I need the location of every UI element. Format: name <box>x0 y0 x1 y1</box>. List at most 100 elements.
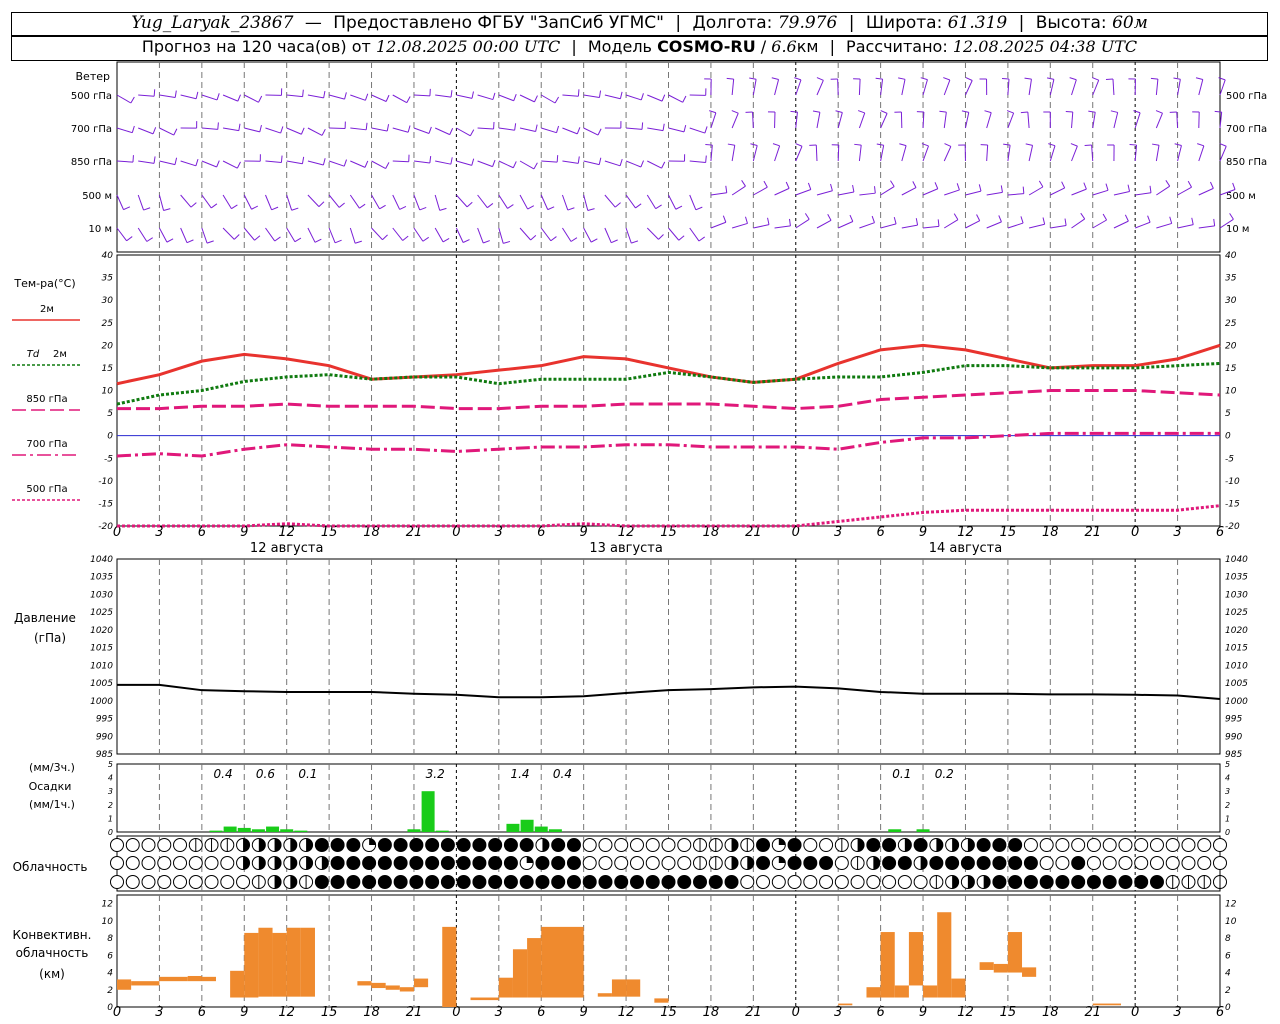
pressure-ytick-left: 1015 <box>90 644 113 654</box>
wind-barb <box>939 110 947 129</box>
wind-barb-flag <box>1024 77 1032 80</box>
cloud-circle <box>1165 856 1180 870</box>
temp-ytick-left: -5 <box>104 454 113 464</box>
cloud-circle <box>945 856 960 870</box>
wind-barb-shaft <box>816 112 821 129</box>
wind-barb-shaft <box>647 94 663 102</box>
cloud-circle <box>882 838 897 852</box>
temp-ytick-left: 0 <box>107 432 113 442</box>
wind-barb <box>709 110 717 129</box>
cloud-circle <box>677 875 692 889</box>
wind-barb-flag <box>123 206 131 211</box>
cloud-circle <box>503 856 518 870</box>
cloud-circle <box>472 875 487 889</box>
wind-barb-shaft <box>540 227 552 242</box>
cloud-symbol <box>882 856 897 870</box>
wind-barb-flag <box>173 128 178 136</box>
cloud-symbol <box>188 856 203 870</box>
cloud-symbol <box>582 838 597 852</box>
cloud-symbol <box>598 838 613 852</box>
wind-level-label-left: 500 м <box>82 191 112 202</box>
cloud-symbol <box>756 856 771 870</box>
cloud-symbol <box>472 838 487 852</box>
wind-barb <box>689 88 707 96</box>
cloud-symbol <box>157 838 172 852</box>
temp-ytick-right: -15 <box>1225 499 1240 509</box>
wind-barb-shaft <box>371 94 387 102</box>
cloud-symbol <box>125 838 140 852</box>
wind-barb <box>745 111 754 129</box>
wind-barb <box>434 127 454 136</box>
wind-barb-shaft <box>986 191 1003 196</box>
wind-barb <box>265 227 281 242</box>
cloud-circle <box>110 875 124 889</box>
wind-barb <box>519 94 538 103</box>
wind-barb-shaft <box>159 160 176 166</box>
cloud-symbol <box>1197 856 1212 870</box>
wind-barb-shaft <box>1071 145 1078 162</box>
wind-barb-shaft <box>350 94 366 101</box>
precip-unit-3h: (мм/3ч.) <box>29 761 75 774</box>
cloud-symbol <box>771 838 786 852</box>
wind-barb-shaft <box>1177 186 1192 196</box>
cloud-symbol <box>283 875 298 889</box>
pressure-axis-label: Давление <box>14 611 76 625</box>
wind-barb <box>901 181 917 196</box>
wind-barb-shaft <box>392 160 409 163</box>
wind-barb-shaft <box>647 127 664 132</box>
wind-barb-shaft <box>646 227 659 240</box>
precip-total-label: 0.1 <box>298 767 317 781</box>
temp-ytick-right: 25 <box>1225 319 1237 329</box>
wind-barb-flag <box>597 128 602 136</box>
cloud-symbol <box>582 875 597 889</box>
cloud-half <box>983 875 991 889</box>
wind-barb <box>307 194 325 207</box>
wind-barb-flag <box>206 240 214 244</box>
cloud-circle <box>582 856 597 870</box>
wind-barb-flag <box>462 239 470 243</box>
wind-barb <box>222 123 241 132</box>
wind-barb <box>116 194 131 211</box>
pressure-ytick-left: 1040 <box>90 555 113 565</box>
cloud-circle <box>661 838 676 852</box>
wind-barb-flag <box>876 143 884 146</box>
cloud-circle <box>897 856 912 870</box>
wind-barb <box>286 156 305 165</box>
wind-barb-shaft <box>795 112 798 129</box>
wind-barb-shaft <box>795 218 810 229</box>
wind-barb <box>837 214 854 229</box>
cloud-symbol <box>882 875 897 889</box>
wind-barb-flag <box>1105 183 1109 191</box>
wind-barb-flag <box>554 96 560 104</box>
hour-tick-label: 12 <box>278 1005 295 1020</box>
cloud-circle <box>173 875 188 889</box>
wind-barb-shaft <box>625 227 632 244</box>
wind-barb-shaft <box>1027 112 1030 129</box>
wind-barb <box>498 94 517 102</box>
wind-barb-shaft <box>965 80 973 96</box>
wind-barb-shaft <box>244 127 260 133</box>
cloud-symbol <box>157 856 172 870</box>
cloud-circle <box>582 875 597 889</box>
wind-barb <box>201 194 218 209</box>
wind-barb <box>371 194 386 210</box>
convective-bar <box>117 979 132 990</box>
wind-level-label-right: 500 м <box>1226 191 1256 202</box>
wind-barb-flag <box>364 160 369 168</box>
cloud-circle <box>1039 875 1054 889</box>
cloud-circle <box>346 856 361 870</box>
cloud-symbol <box>629 875 644 889</box>
wind-barb-flag <box>1155 110 1163 114</box>
wind-barb <box>413 227 429 242</box>
cloud-circle <box>677 856 692 870</box>
cloud-symbol <box>1197 838 1212 852</box>
wind-barb-shaft <box>1156 185 1170 196</box>
cloud-symbol <box>708 856 723 870</box>
wind-barb-flag <box>745 216 748 224</box>
wind-barb <box>1128 78 1136 96</box>
wind-barb-flag <box>174 90 177 98</box>
cloud-half <box>857 838 865 852</box>
wind-barb <box>1198 218 1216 229</box>
wind-level-label-right: 700 гПа <box>1226 124 1267 135</box>
temp-ytick-left: 35 <box>102 274 114 284</box>
